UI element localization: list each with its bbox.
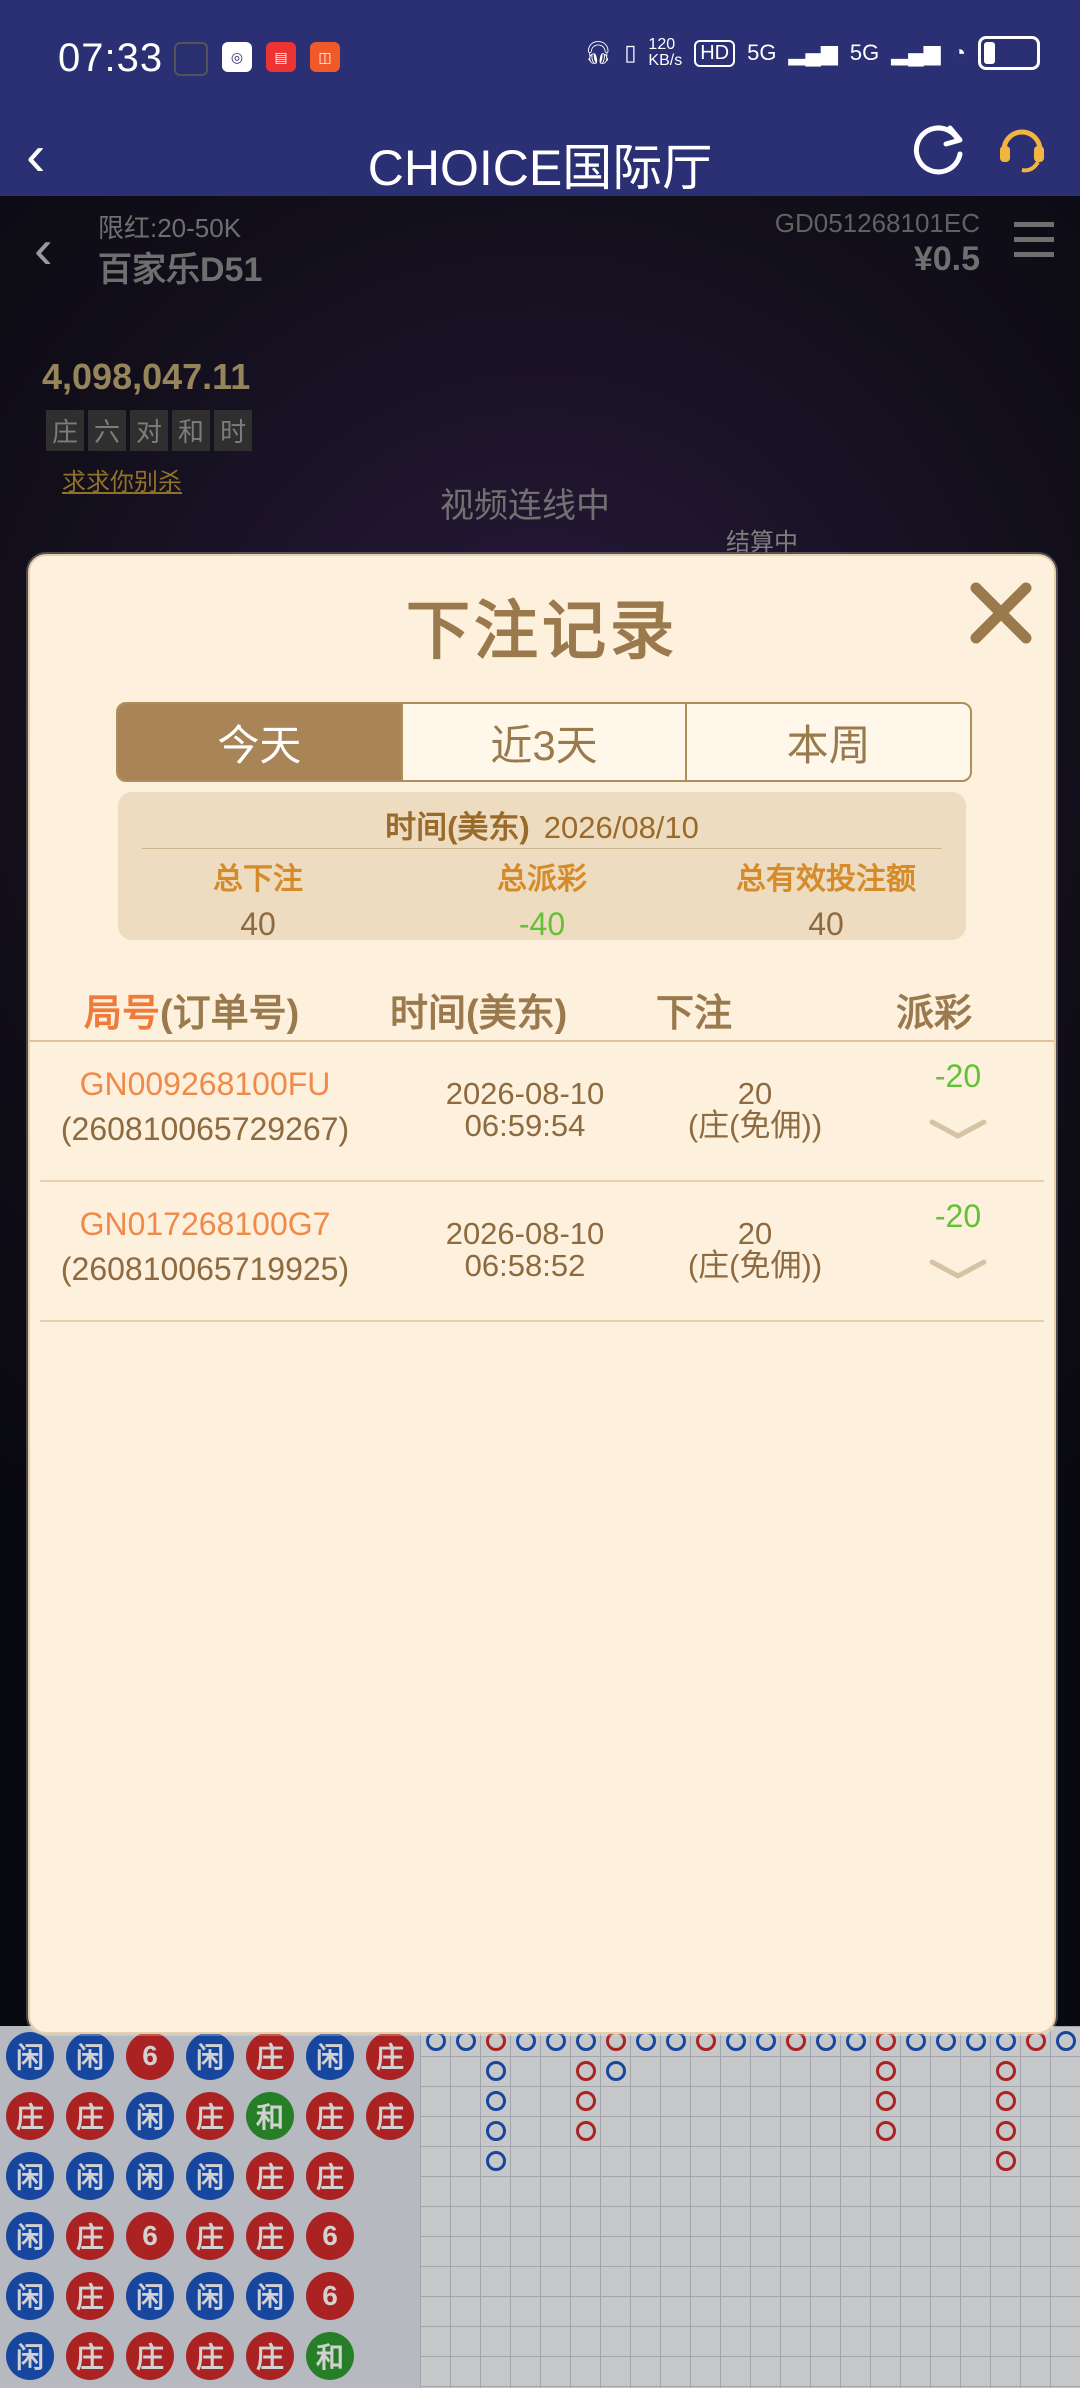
app-orange-icon: ◫ — [310, 42, 340, 72]
tab-last-3-days[interactable]: 近3天 — [403, 704, 688, 780]
headphones-icon: 🎧︎ — [584, 40, 613, 65]
total-bet-label: 总下注 — [213, 863, 303, 896]
time-cell: 2026-08-10 06:59:54 — [400, 1078, 650, 1142]
chevron-down-icon[interactable] — [928, 1258, 988, 1282]
order-number: (260810065729267) — [60, 1111, 350, 1147]
order-cell: GN009268100FU (260810065729267) — [40, 1066, 370, 1148]
total-valid-label: 总有效投注额 — [736, 863, 916, 896]
row-payout: -20 — [934, 1198, 982, 1234]
app-red-icon: ▤ — [266, 42, 296, 72]
customer-service-icon[interactable] — [992, 118, 1052, 178]
row-payout: -20 — [934, 1058, 982, 1094]
signal-bars-1-icon: ▂▄▆ — [788, 40, 838, 65]
signal-bars-2-icon: ▂▄▆ — [891, 40, 941, 65]
summary-total-valid: 总有效投注额 40 — [686, 854, 966, 943]
status-right-icons: 🎧︎ ▯ 120 KB/s HD 5G ▂▄▆ 5G ▂▄▆ ◔ — [584, 36, 1040, 70]
signal-1: 5G — [747, 40, 777, 65]
column-round-highlight: 局号 — [84, 993, 161, 1035]
wifi-icon: ◔ — [952, 40, 966, 65]
table-row[interactable]: GN017268100G7 (260810065719925) 2026-08-… — [40, 1182, 1044, 1322]
summary-time: 时间(美东) 2026/08/10 — [118, 802, 966, 847]
close-icon[interactable] — [962, 574, 1040, 652]
column-round: 局号(订单号) — [84, 982, 299, 1037]
row-time: 06:58:52 — [464, 1248, 586, 1283]
app-notification-icon — [174, 42, 208, 76]
round-id: GN009268100FU — [79, 1066, 331, 1102]
row-bet: 20 — [737, 1076, 773, 1111]
total-payout-value: -40 — [518, 906, 566, 942]
battery-icon — [978, 36, 1040, 70]
status-bar: 07:33 ◎ ▤ ◫ 🎧︎ ▯ 120 KB/s HD 5G ▂▄▆ 5G ▂… — [0, 0, 1080, 118]
network-speed: 120 KB/s — [648, 36, 683, 69]
table-header: 局号(订单号) 时间(美东) 下注 派彩 — [30, 976, 1054, 1042]
signal-2: 5G — [849, 40, 880, 65]
order-number: (260810065719925) — [60, 1251, 350, 1287]
refresh-icon[interactable] — [910, 118, 970, 178]
table-row[interactable]: GN009268100FU (260810065729267) 2026-08-… — [40, 1042, 1044, 1182]
row-bet-type: (庄(免佣)) — [687, 1108, 823, 1143]
vibrate-icon: ▯ — [624, 40, 637, 65]
row-bet: 20 — [737, 1216, 773, 1251]
date-range-tabs: 今天 近3天 本周 — [116, 702, 972, 782]
app-swirl-icon: ◎ — [222, 42, 252, 72]
summary-date: 2026/08/10 — [543, 810, 699, 845]
order-cell: GN017268100G7 (260810065719925) — [40, 1206, 370, 1288]
tab-this-week[interactable]: 本周 — [687, 704, 970, 780]
summary-total-bet: 总下注 40 — [118, 854, 398, 943]
row-date: 2026-08-10 — [445, 1216, 605, 1251]
bet-cell: 20 (庄(免佣)) — [630, 1218, 880, 1282]
chevron-down-icon[interactable] — [928, 1118, 988, 1142]
column-round-rest: (订单号) — [160, 993, 300, 1035]
hd-badge: HD — [694, 39, 736, 67]
modal-title: 下注记录 — [406, 595, 678, 667]
status-app-icons: ◎ ▤ ◫ — [174, 42, 340, 76]
status-time: 07:33 — [58, 36, 164, 80]
time-cell: 2026-08-10 06:58:52 — [400, 1218, 650, 1282]
column-time: 时间(美东) — [390, 993, 568, 1035]
tab-today[interactable]: 今天 — [118, 704, 403, 780]
summary-total-payout: 总派彩 -40 — [402, 854, 682, 943]
round-id: GN017268100G7 — [79, 1206, 331, 1242]
divider — [142, 848, 942, 849]
total-payout-label: 总派彩 — [497, 863, 587, 896]
row-bet-type: (庄(免佣)) — [687, 1248, 823, 1283]
row-date: 2026-08-10 — [445, 1076, 605, 1111]
summary-time-label: 时间(美东) — [385, 810, 530, 845]
total-bet-value: 40 — [240, 906, 276, 942]
column-payout: 派彩 — [896, 993, 973, 1035]
column-bet: 下注 — [656, 993, 733, 1035]
bet-cell: 20 (庄(免佣)) — [630, 1078, 880, 1142]
app-header: ‹ CHOICE国际厅 — [0, 118, 1080, 196]
row-time: 06:59:54 — [464, 1108, 586, 1143]
summary-panel: 时间(美东) 2026/08/10 总下注 40 总派彩 -40 总有效投注额 4… — [118, 792, 966, 943]
total-valid-value: 40 — [808, 906, 844, 942]
bet-record-modal: 下注记录 今天 近3天 本周 时间(美东) 2026/08/10 总下注 40 总… — [28, 554, 1056, 2034]
